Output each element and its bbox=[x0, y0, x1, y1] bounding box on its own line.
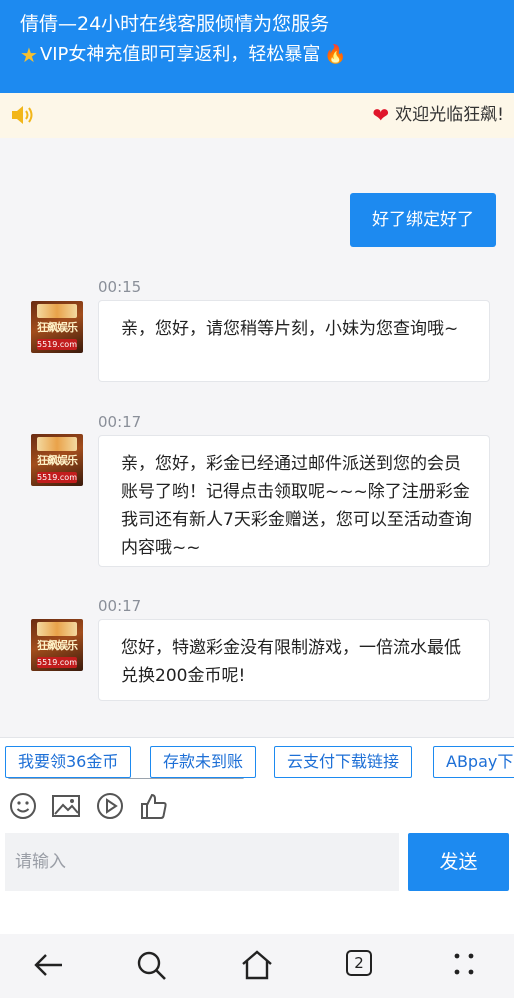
quick-reply-abpay[interactable]: ABpay下 bbox=[433, 746, 514, 778]
star-icon: ★ bbox=[20, 43, 38, 67]
browser-nav-bar: 2 bbox=[0, 934, 514, 998]
header-title: 倩倩—24小时在线客服倾情为您服务 bbox=[20, 13, 330, 35]
avatar-name: 狂飙娱乐 bbox=[37, 321, 78, 334]
chat-area[interactable]: 好了绑定好了 00:15 狂飙娱乐 5519.com 亲，您好，请您稍等片刻，小… bbox=[0, 138, 514, 736]
message-input[interactable] bbox=[5, 833, 399, 891]
send-button[interactable]: 发送 bbox=[408, 833, 509, 891]
message-time: 00:17 bbox=[98, 413, 142, 431]
fire-icon: 🔥 bbox=[324, 44, 347, 65]
notice-bar: ❤ 欢迎光临狂飙! bbox=[0, 93, 514, 138]
chat-toolbar bbox=[0, 779, 514, 831]
received-message-bubble: 亲，您好，请您稍等片刻，小妹为您查询哦~ bbox=[98, 300, 490, 382]
avatar-site: 5519.com bbox=[37, 472, 77, 483]
message-time: 00:17 bbox=[98, 597, 142, 615]
avatar-site: 5519.com bbox=[37, 339, 77, 350]
more-dots-icon[interactable] bbox=[449, 948, 483, 982]
message-time: 00:15 bbox=[98, 278, 142, 296]
header: 倩倩—24小时在线客服倾情为您服务 ★ VIP女神充值即可享返利，轻松暴富 🔥 bbox=[0, 0, 514, 93]
avatar: 狂飙娱乐 5519.com bbox=[31, 301, 83, 353]
heart-icon: ❤ bbox=[372, 103, 390, 127]
home-icon[interactable] bbox=[240, 948, 274, 982]
avatar-site: 5519.com bbox=[37, 657, 77, 668]
header-subtitle-row: ★ VIP女神充值即可享返利，轻松暴富 🔥 bbox=[20, 40, 514, 70]
search-icon[interactable] bbox=[134, 948, 168, 982]
play-icon[interactable] bbox=[95, 791, 125, 821]
received-message-bubble: 您好，特邀彩金没有限制游戏，一倍流水最低兑换200金币呢! bbox=[98, 619, 490, 701]
quick-reply-deposit-missing[interactable]: 存款未到账 bbox=[150, 746, 257, 778]
quick-reply-bar[interactable]: 我要领36金币 存款未到账 云支付下载链接 ABpay下 bbox=[0, 737, 514, 780]
quick-reply-cloud-pay[interactable]: 云支付下载链接 bbox=[274, 746, 413, 778]
avatar: 狂飙娱乐 5519.com bbox=[31, 434, 83, 486]
emoji-icon[interactable] bbox=[8, 791, 38, 821]
sent-message-bubble: 好了绑定好了 bbox=[350, 193, 496, 247]
received-message-bubble: 亲，您好，彩金已经通过邮件派送到您的会员账号了哟！记得点击领取呢~~~除了注册彩… bbox=[98, 435, 490, 567]
notice-text: 欢迎光临狂飙! bbox=[395, 105, 504, 125]
tab-count: 2 bbox=[346, 950, 372, 976]
back-arrow-icon[interactable] bbox=[32, 948, 66, 982]
avatar-name: 狂飙娱乐 bbox=[37, 454, 78, 467]
speaker-icon bbox=[12, 106, 33, 124]
avatar: 狂飙娱乐 5519.com bbox=[31, 619, 83, 671]
notice-marquee: ❤ 欢迎光临狂飙! bbox=[372, 93, 504, 138]
thumbs-up-icon[interactable] bbox=[139, 791, 169, 821]
image-icon[interactable] bbox=[51, 791, 81, 821]
tabs-button[interactable]: 2 bbox=[344, 948, 378, 982]
header-subtitle: VIP女神充值即可享返利，轻松暴富 bbox=[39, 44, 321, 65]
quick-reply-claim-coins[interactable]: 我要领36金币 bbox=[5, 746, 132, 778]
avatar-name: 狂飙娱乐 bbox=[37, 639, 78, 652]
input-bar: 发送 bbox=[0, 831, 514, 934]
